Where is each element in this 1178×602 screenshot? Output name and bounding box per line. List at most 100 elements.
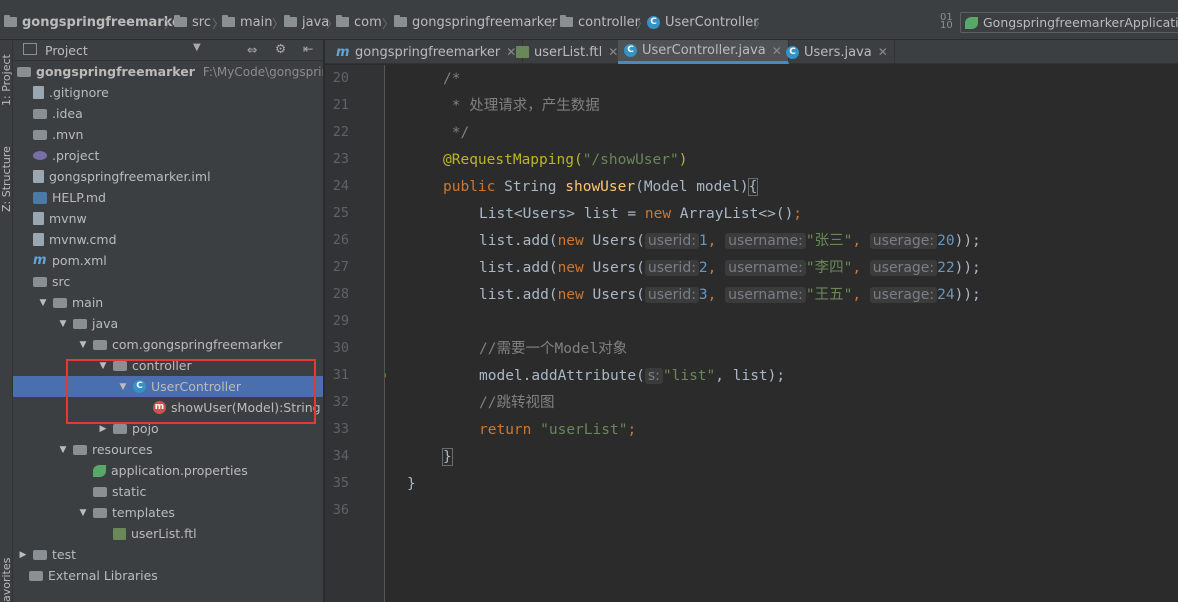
class-icon: C — [786, 45, 799, 59]
close-icon[interactable]: ✕ — [878, 45, 888, 59]
tab-usercontroller-java[interactable]: C UserController.java ✕ — [618, 40, 789, 64]
code-line-20: /* — [443, 71, 461, 87]
class-icon: C — [647, 15, 660, 29]
tree-item-label: main — [72, 295, 104, 310]
breadcrumb-item-src[interactable]: src — [174, 13, 211, 31]
tree-item-idea[interactable]: .idea — [13, 103, 323, 124]
class-icon: C — [624, 44, 637, 57]
code-line-23: @RequestMapping("/showUser") — [443, 152, 688, 168]
folder-icon — [93, 507, 107, 518]
breadcrumb-item-project[interactable]: gongspringfreemarker — [4, 13, 187, 31]
markdown-file-icon — [33, 191, 47, 204]
project-tool-tab[interactable]: 1: Project — [0, 46, 13, 106]
breadcrumb-item-main[interactable]: main — [222, 13, 272, 31]
folder-icon — [284, 15, 297, 27]
tree-item-test[interactable]: ▶ test — [13, 544, 323, 565]
structure-tool-tab[interactable]: Z: Structure — [0, 132, 13, 212]
param-hint: username: — [725, 233, 806, 249]
collapse-all-icon[interactable]: ⇔ — [247, 42, 257, 57]
tree-item-label: pojo — [132, 421, 159, 436]
breadcrumb-item-usercontroller[interactable]: C UserController — [647, 13, 759, 31]
code-line-33: return "userList"; — [479, 422, 637, 438]
close-icon[interactable]: ✕ — [608, 45, 618, 59]
collapsed-arrow-icon[interactable]: ▶ — [17, 550, 29, 560]
param-hint: s: — [644, 368, 663, 384]
expanded-arrow-icon[interactable]: ▼ — [77, 508, 89, 518]
collapsed-arrow-icon[interactable]: ▶ — [97, 424, 109, 434]
run-configuration-select[interactable]: GongspringfreemarkerApplication — [960, 12, 1178, 33]
navigation-bar: gongspringfreemarker 〉 src 〉 main 〉 java… — [0, 0, 1178, 40]
breadcrumb-item-com[interactable]: com — [336, 13, 382, 31]
tree-item-com-gongspringfreemarker[interactable]: ▼ com.gongspringfreemarker — [13, 334, 323, 355]
tree-item-external-libraries[interactable]: External Libraries — [13, 565, 323, 586]
tree-item-templates[interactable]: ▼ templates — [13, 502, 323, 523]
param-hint: userage: — [869, 287, 938, 303]
ftl-file-icon — [516, 46, 529, 58]
tree-item-showuser-model-string[interactable]: m showUser(Model):String — [13, 397, 323, 418]
folder-icon — [560, 15, 573, 27]
tree-item-static[interactable]: static — [13, 481, 323, 502]
tree-item-gitignore[interactable]: .gitignore — [13, 82, 323, 103]
param-hint: username: — [725, 260, 806, 276]
text-file-icon — [33, 233, 44, 246]
tree-item-src[interactable]: src — [13, 271, 323, 292]
folder-icon — [33, 108, 47, 119]
expanded-arrow-icon[interactable]: ▼ — [117, 382, 129, 392]
tab-gongspringfreemarker[interactable]: m gongspringfreemarker ✕ — [330, 40, 524, 64]
param-hint: userid: — [644, 287, 699, 303]
breadcrumb-item-package[interactable]: gongspringfreemarker — [394, 13, 557, 31]
tree-item-java[interactable]: ▼ java — [13, 313, 323, 334]
spring-boot-icon — [965, 16, 978, 29]
gear-icon[interactable]: ⚙ — [275, 41, 286, 56]
tree-item-label: .mvn — [52, 127, 84, 142]
folder-icon — [33, 276, 47, 287]
expanded-arrow-icon[interactable]: ▼ — [57, 319, 69, 329]
tree-item-resources[interactable]: ▼ resources — [13, 439, 323, 460]
expanded-arrow-icon[interactable]: ▼ — [57, 445, 69, 455]
project-root-path: F:\MyCode\gongspringfreemarker — [202, 64, 323, 79]
code-editor[interactable]: /* * 处理请求，产生数据 */ @RequestMapping("/show… — [386, 65, 1178, 602]
breadcrumb-item-java[interactable]: java — [284, 13, 329, 31]
project-panel-header: Project ▼ ⇔ ⚙ ⇤ — [13, 40, 323, 61]
tree-item-main[interactable]: ▼ main — [13, 292, 323, 313]
expanded-arrow-icon[interactable]: ▼ — [37, 298, 49, 308]
project-file-icon — [33, 151, 47, 160]
binary-icon[interactable]: 01 10 — [940, 13, 953, 31]
view-dropdown-icon[interactable]: ▼ — [193, 42, 201, 53]
tree-item-project[interactable]: .project — [13, 145, 323, 166]
expanded-arrow-icon[interactable]: ▼ — [97, 361, 109, 371]
tree-item-label: pom.xml — [52, 253, 107, 268]
tree-item-mvnw[interactable]: mvnw — [13, 208, 323, 229]
breadcrumb-separator: 〉 — [382, 17, 395, 31]
tree-item-usercontroller[interactable]: ▼ C UserController — [13, 376, 323, 397]
left-tool-strip: 1: Project Z: Structure avorites — [0, 40, 13, 602]
code-line-35: } — [407, 476, 416, 492]
tree-item-userlist-ftl[interactable]: userList.ftl — [13, 523, 323, 544]
folder-icon — [17, 66, 31, 77]
tree-item-mvnw-cmd[interactable]: mvnw.cmd — [13, 229, 323, 250]
code-line-34: } — [442, 448, 453, 466]
tree-item-help-md[interactable]: HELP.md — [13, 187, 323, 208]
tab-userlist-ftl[interactable]: userList.ftl ✕ — [510, 40, 626, 64]
tree-item-gongspringfreemarker-iml[interactable]: gongspringfreemarker.iml — [13, 166, 323, 187]
tree-item-mvn[interactable]: .mvn — [13, 124, 323, 145]
text-file-icon — [33, 170, 44, 183]
tree-item-controller[interactable]: ▼ controller — [13, 355, 323, 376]
tree-item-pojo[interactable]: ▶ pojo — [13, 418, 323, 439]
breadcrumb-item-controller[interactable]: controller — [560, 13, 640, 31]
method-icon: m — [153, 401, 166, 414]
tree-item-application-properties[interactable]: application.properties — [13, 460, 323, 481]
tree-item-gongspringfreemarker[interactable]: gongspringfreemarker F:\MyCode\gongspring… — [13, 61, 323, 82]
folder-icon — [394, 15, 407, 27]
tree-item-label: com.gongspringfreemarker — [112, 337, 283, 352]
expanded-arrow-icon[interactable]: ▼ — [77, 340, 89, 350]
hide-panel-icon[interactable]: ⇤ — [303, 41, 313, 56]
tree-item-label: .project — [52, 148, 100, 163]
breadcrumb-separator: 〉 — [272, 17, 285, 31]
favorites-tool-tab[interactable]: avorites — [0, 556, 13, 602]
project-view-icon — [23, 43, 37, 55]
tab-users-java[interactable]: C Users.java ✕ — [780, 40, 895, 64]
tree-item-pom-xml[interactable]: m pom.xml — [13, 250, 323, 271]
code-line-28: list.add(new Users(userid: 3, username: "王… — [479, 287, 981, 303]
line-number: 30 — [332, 340, 349, 356]
